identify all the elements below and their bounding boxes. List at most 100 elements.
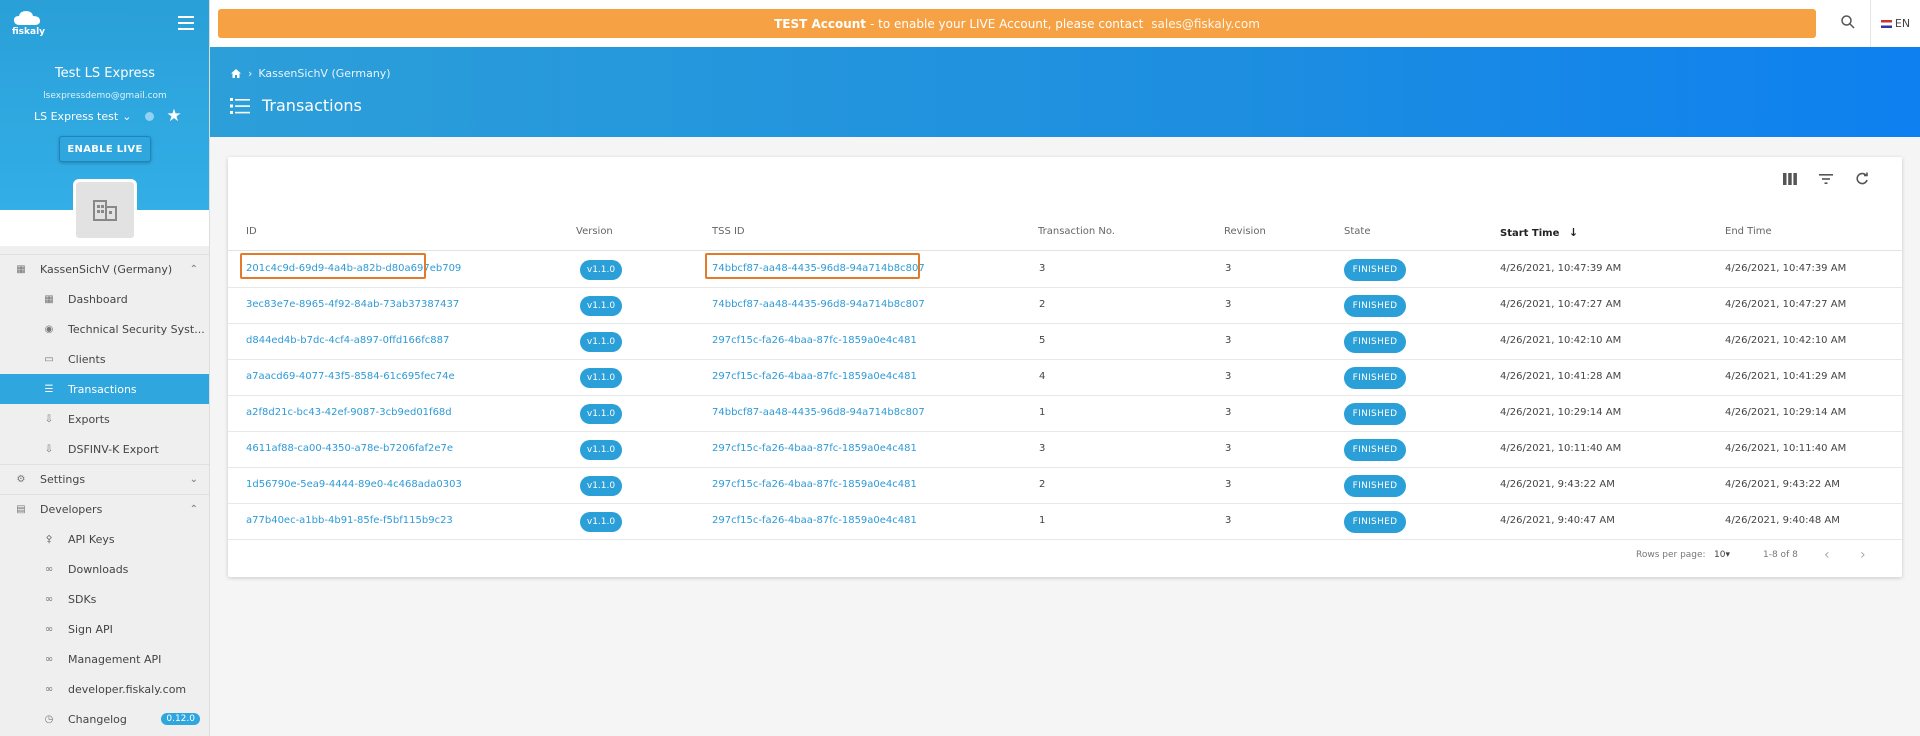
- sidebar-item-developer-site[interactable]: ∞ developer.fiskaly.com: [0, 674, 209, 704]
- sidebar-item-label: Exports: [68, 412, 110, 426]
- sidebar-item-developers[interactable]: ▤ Developers ⌃: [0, 494, 209, 524]
- sidebar-item-dashboard[interactable]: ▦ Dashboard: [0, 284, 209, 314]
- cell-revision: 3: [1225, 371, 1232, 382]
- cell-tss-id[interactable]: 297cf15c-fa26-4baa-87fc-1859a0e4c481: [712, 335, 917, 346]
- filter-icon[interactable]: [1818, 171, 1834, 187]
- cell-id[interactable]: 1d56790e-5ea9-4444-89e0-4c468ada0303: [246, 479, 462, 490]
- sidebar-item-api-keys[interactable]: ⚴ API Keys: [0, 524, 209, 554]
- history-icon: ◷: [44, 713, 54, 725]
- key-icon: ⚴: [45, 533, 53, 545]
- table-row[interactable]: 1d56790e-5ea9-4444-89e0-4c468ada0303 v1.1…: [228, 468, 1902, 504]
- table-row[interactable]: d844ed4b-b7dc-4cf4-a897-0ffd166fc887 v1.1…: [228, 324, 1902, 360]
- sidebar-item-label: Developers: [40, 503, 103, 516]
- menu-toggle-icon[interactable]: [178, 16, 194, 30]
- sidebar-item-clients[interactable]: ▭ Clients: [0, 344, 209, 374]
- link-icon: ∞: [44, 683, 54, 695]
- cell-revision: 3: [1225, 263, 1232, 274]
- sidebar-item-label: Management API: [68, 652, 162, 666]
- column-header-revision[interactable]: Revision: [1224, 226, 1266, 237]
- sidebar-item-changelog[interactable]: ◷ Changelog 0.12.0: [0, 704, 209, 734]
- columns-icon[interactable]: [1782, 171, 1798, 187]
- version-badge: v1.1.0: [580, 368, 622, 388]
- column-header-id[interactable]: ID: [246, 226, 257, 237]
- sidebar-nav: ▦ KassenSichV (Germany) ⌃ ▦ Dashboard ◉ …: [0, 254, 209, 734]
- sidebar-item-downloads[interactable]: ∞ Downloads: [0, 554, 209, 584]
- table-row[interactable]: a2f8d21c-bc43-42ef-9087-3cb9ed01f68d v1.1…: [228, 396, 1902, 432]
- sidebar-item-kassensichv[interactable]: ▦ KassenSichV (Germany) ⌃: [0, 254, 209, 284]
- sidebar-item-dsfinvk-export[interactable]: ⇩ DSFINV-K Export: [0, 434, 209, 464]
- rows-per-page-select[interactable]: 10▾: [1714, 550, 1730, 560]
- cell-id[interactable]: a7aacd69-4077-43f5-8584-61c695fec74e: [246, 371, 455, 382]
- cell-id[interactable]: 3ec83e7e-8965-4f92-84ab-73ab37387437: [246, 299, 459, 310]
- rows-per-page-value: 10: [1714, 550, 1726, 560]
- org-selector[interactable]: LS Express test: [34, 110, 118, 123]
- sidebar-item-management-api[interactable]: ∞ Management API: [0, 644, 209, 674]
- table-row[interactable]: 3ec83e7e-8965-4f92-84ab-73ab37387437 v1.1…: [228, 288, 1902, 324]
- language-selector[interactable]: EN: [1870, 0, 1920, 47]
- test-account-banner: TEST Account - to enable your LIVE Accou…: [218, 9, 1816, 38]
- clients-icon: ▭: [44, 353, 54, 365]
- cell-tss-id[interactable]: 297cf15c-fa26-4baa-87fc-1859a0e4c481: [712, 515, 917, 526]
- breadcrumb-item[interactable]: KassenSichV (Germany): [258, 67, 390, 80]
- sidebar-item-sdks[interactable]: ∞ SDKs: [0, 584, 209, 614]
- home-icon[interactable]: [230, 68, 242, 79]
- cell-id[interactable]: a2f8d21c-bc43-42ef-9087-3cb9ed01f68d: [246, 407, 452, 418]
- cell-id[interactable]: 4611af88-ca00-4350-a78e-b7206faf2e7e: [246, 443, 453, 454]
- chevron-down-icon: ⌄: [189, 474, 198, 485]
- state-badge: FINISHED: [1344, 259, 1406, 281]
- cell-transaction-no: 3: [1039, 443, 1046, 454]
- sidebar-item-sign-api[interactable]: ∞ Sign API: [0, 614, 209, 644]
- previous-page-icon[interactable]: ‹: [1824, 547, 1830, 563]
- account-email: lsexpressdemo@gmail.com: [43, 91, 167, 101]
- cell-revision: 3: [1225, 335, 1232, 346]
- column-header-version[interactable]: Version: [576, 226, 613, 237]
- cell-tss-id[interactable]: 297cf15c-fa26-4baa-87fc-1859a0e4c481: [712, 371, 917, 382]
- column-header-state[interactable]: State: [1344, 226, 1370, 237]
- cell-tss-id[interactable]: 297cf15c-fa26-4baa-87fc-1859a0e4c481: [712, 443, 917, 454]
- cell-transaction-no: 2: [1039, 479, 1046, 490]
- table-row[interactable]: a77b40ec-a1bb-4b91-85fe-f5bf115b9c23 v1.1…: [228, 504, 1902, 540]
- cell-start-time: 4/26/2021, 10:11:40 AM: [1500, 443, 1622, 454]
- banner-email-link[interactable]: sales@fiskaly.com: [1151, 17, 1260, 31]
- fiskaly-logo[interactable]: fiskaly: [12, 10, 46, 37]
- column-header-transaction-no[interactable]: Transaction No.: [1038, 226, 1115, 237]
- cell-transaction-no: 5: [1039, 335, 1046, 346]
- sidebar-item-settings[interactable]: ⚙ Settings ⌄: [0, 464, 209, 494]
- chevron-up-icon: ⌃: [189, 504, 198, 515]
- next-page-icon[interactable]: ›: [1860, 547, 1866, 563]
- sidebar-item-label: Clients: [68, 352, 106, 366]
- cell-tss-id[interactable]: 297cf15c-fa26-4baa-87fc-1859a0e4c481: [712, 479, 917, 490]
- column-header-end-time[interactable]: End Time: [1725, 226, 1772, 237]
- cell-revision: 3: [1225, 299, 1232, 310]
- sidebar-item-label: Changelog: [68, 712, 127, 726]
- sidebar-item-label: Settings: [40, 473, 86, 486]
- cell-id[interactable]: d844ed4b-b7dc-4cf4-a897-0ffd166fc887: [246, 335, 449, 346]
- sidebar-item-tss[interactable]: ◉ Technical Security Syst...: [0, 314, 209, 344]
- cell-tss-id[interactable]: 74bbcf87-aa48-4435-96d8-94a714b8c807: [712, 407, 925, 418]
- star-icon[interactable]: ★: [166, 108, 181, 125]
- version-badge: v1.1.0: [580, 296, 622, 316]
- chevron-down-icon[interactable]: ⌄: [122, 110, 131, 123]
- column-header-tss-id[interactable]: TSS ID: [712, 226, 745, 237]
- column-header-start-time[interactable]: Start Time ↓: [1500, 226, 1578, 239]
- sidebar-item-transactions[interactable]: ☰ Transactions: [0, 374, 209, 404]
- breadcrumb: › KassenSichV (Germany): [230, 67, 391, 80]
- info-icon[interactable]: [145, 111, 155, 121]
- enable-live-button[interactable]: ENABLE LIVE: [59, 136, 151, 162]
- dashboard-icon: ▦: [44, 293, 54, 305]
- refresh-icon[interactable]: [1854, 171, 1870, 187]
- search-icon[interactable]: [1840, 14, 1858, 32]
- table-row[interactable]: a7aacd69-4077-43f5-8584-61c695fec74e v1.1…: [228, 360, 1902, 396]
- cell-end-time: 4/26/2021, 10:11:40 AM: [1725, 443, 1847, 454]
- version-badge: v1.1.0: [580, 260, 622, 280]
- state-badge: FINISHED: [1344, 295, 1406, 317]
- sidebar-item-exports[interactable]: ⇩ Exports: [0, 404, 209, 434]
- caret-down-icon: ▾: [1725, 550, 1730, 560]
- cell-tss-id[interactable]: 74bbcf87-aa48-4435-96d8-94a714b8c807: [712, 299, 925, 310]
- state-badge: FINISHED: [1344, 475, 1406, 497]
- table-row[interactable]: 4611af88-ca00-4350-a78e-b7206faf2e7e v1.1…: [228, 432, 1902, 468]
- table-row[interactable]: 201c4c9d-69d9-4a4b-a82b-d80a697eb709 v1.1…: [228, 252, 1902, 288]
- logo-text: fiskaly: [12, 27, 46, 37]
- gear-icon: ⚙: [16, 474, 26, 485]
- cell-id[interactable]: a77b40ec-a1bb-4b91-85fe-f5bf115b9c23: [246, 515, 453, 526]
